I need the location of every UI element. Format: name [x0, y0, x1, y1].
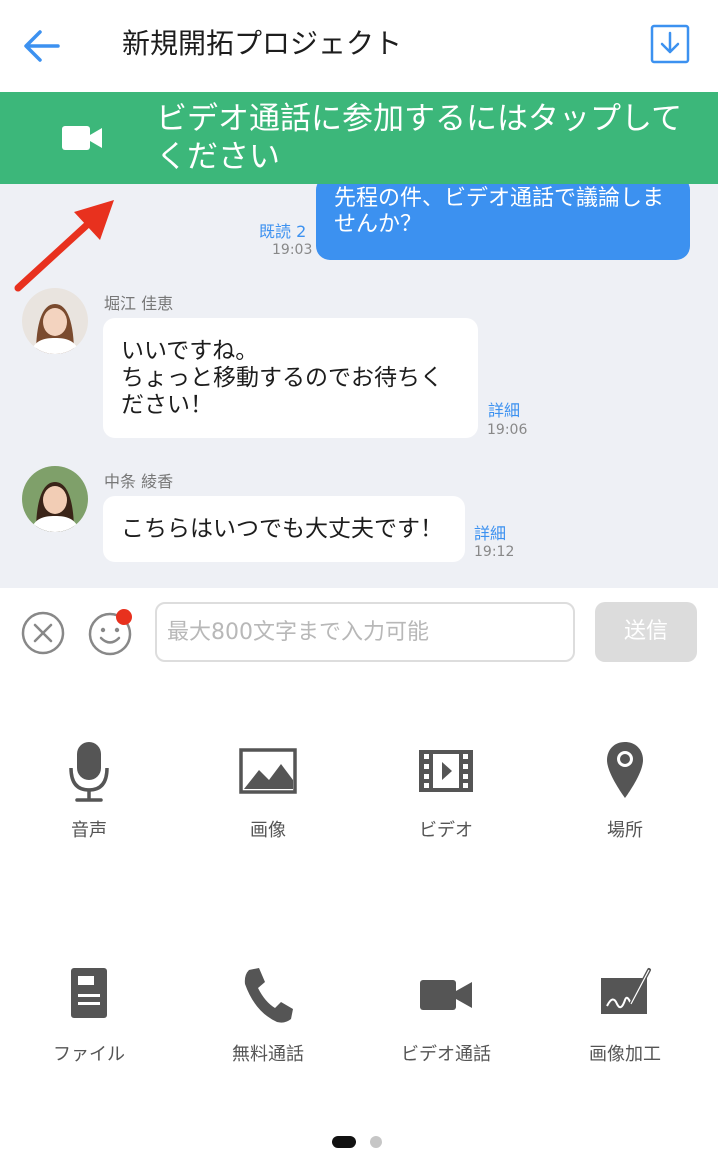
annotation-arrow-icon	[14, 200, 114, 292]
tool-label: ファイル	[53, 1044, 125, 1065]
close-circle-icon	[21, 611, 65, 655]
tool-location[interactable]: 場所	[555, 740, 695, 842]
page-dot-active[interactable]	[332, 1136, 356, 1148]
message-time: 19:03	[272, 242, 313, 258]
phone-icon	[244, 968, 293, 1023]
tool-video[interactable]: ビデオ	[376, 740, 516, 842]
detail-link[interactable]: 詳細	[474, 520, 506, 544]
emoji-button[interactable]	[86, 606, 136, 656]
join-video-call-banner[interactable]: ビデオ通話に参加するにはタップしてください	[0, 92, 718, 184]
close-button[interactable]	[20, 610, 66, 656]
video-camera-icon	[420, 980, 472, 1010]
download-icon	[650, 24, 690, 64]
tool-free-call[interactable]: 無料通話	[198, 964, 338, 1066]
tool-label: 無料通話	[232, 1044, 304, 1065]
video-camera-icon	[62, 126, 102, 150]
message-input-bar: 送信	[0, 588, 718, 678]
image-edit-icon	[601, 968, 651, 1014]
film-icon	[419, 750, 473, 792]
tool-label: 画像加工	[589, 1044, 661, 1065]
page-title: 新規開拓プロジェクト	[122, 27, 403, 60]
tool-voice[interactable]: 音声	[19, 740, 159, 842]
detail-link[interactable]: 詳細	[488, 397, 520, 421]
sender-name: 中条 綾香	[104, 472, 174, 491]
download-button[interactable]	[650, 24, 690, 64]
tool-video-call[interactable]: ビデオ通話	[376, 964, 516, 1066]
read-receipt: 既読 2	[259, 222, 307, 241]
avatar[interactable]	[22, 288, 88, 354]
notification-dot	[116, 609, 132, 625]
image-icon	[239, 748, 297, 794]
arrow-left-icon	[24, 30, 60, 62]
tool-label: 画像	[250, 820, 286, 841]
file-icon	[71, 968, 107, 1018]
tool-file[interactable]: ファイル	[19, 964, 159, 1066]
location-pin-icon	[607, 742, 643, 798]
tool-label: ビデオ通話	[401, 1044, 491, 1065]
avatar[interactable]	[22, 466, 88, 532]
incoming-message-bubble[interactable]: いいですね。 ちょっと移動するのでお待ちください！	[103, 318, 478, 438]
incoming-message-bubble[interactable]: こちらはいつでも大丈夫です！	[103, 496, 465, 562]
app-header: 新規開拓プロジェクト	[0, 0, 718, 92]
tool-label: 場所	[607, 820, 643, 841]
page-dot[interactable]	[370, 1136, 382, 1148]
tool-image[interactable]: 画像	[198, 740, 338, 842]
send-button[interactable]: 送信	[595, 602, 697, 662]
message-time: 19:12	[474, 544, 515, 560]
tool-label: 音声	[71, 820, 107, 841]
banner-text: ビデオ通話に参加するにはタップしてください	[156, 101, 683, 175]
tool-image-edit[interactable]: 画像加工	[555, 964, 695, 1066]
outgoing-message-bubble[interactable]: 先程の件、ビデオ通話で議論しませんか？	[316, 184, 690, 260]
microphone-icon	[69, 742, 109, 802]
message-time: 19:06	[487, 422, 528, 438]
message-input[interactable]	[155, 602, 575, 662]
tool-label: ビデオ	[419, 820, 473, 841]
smiley-icon	[88, 609, 132, 656]
back-button[interactable]	[20, 24, 64, 68]
